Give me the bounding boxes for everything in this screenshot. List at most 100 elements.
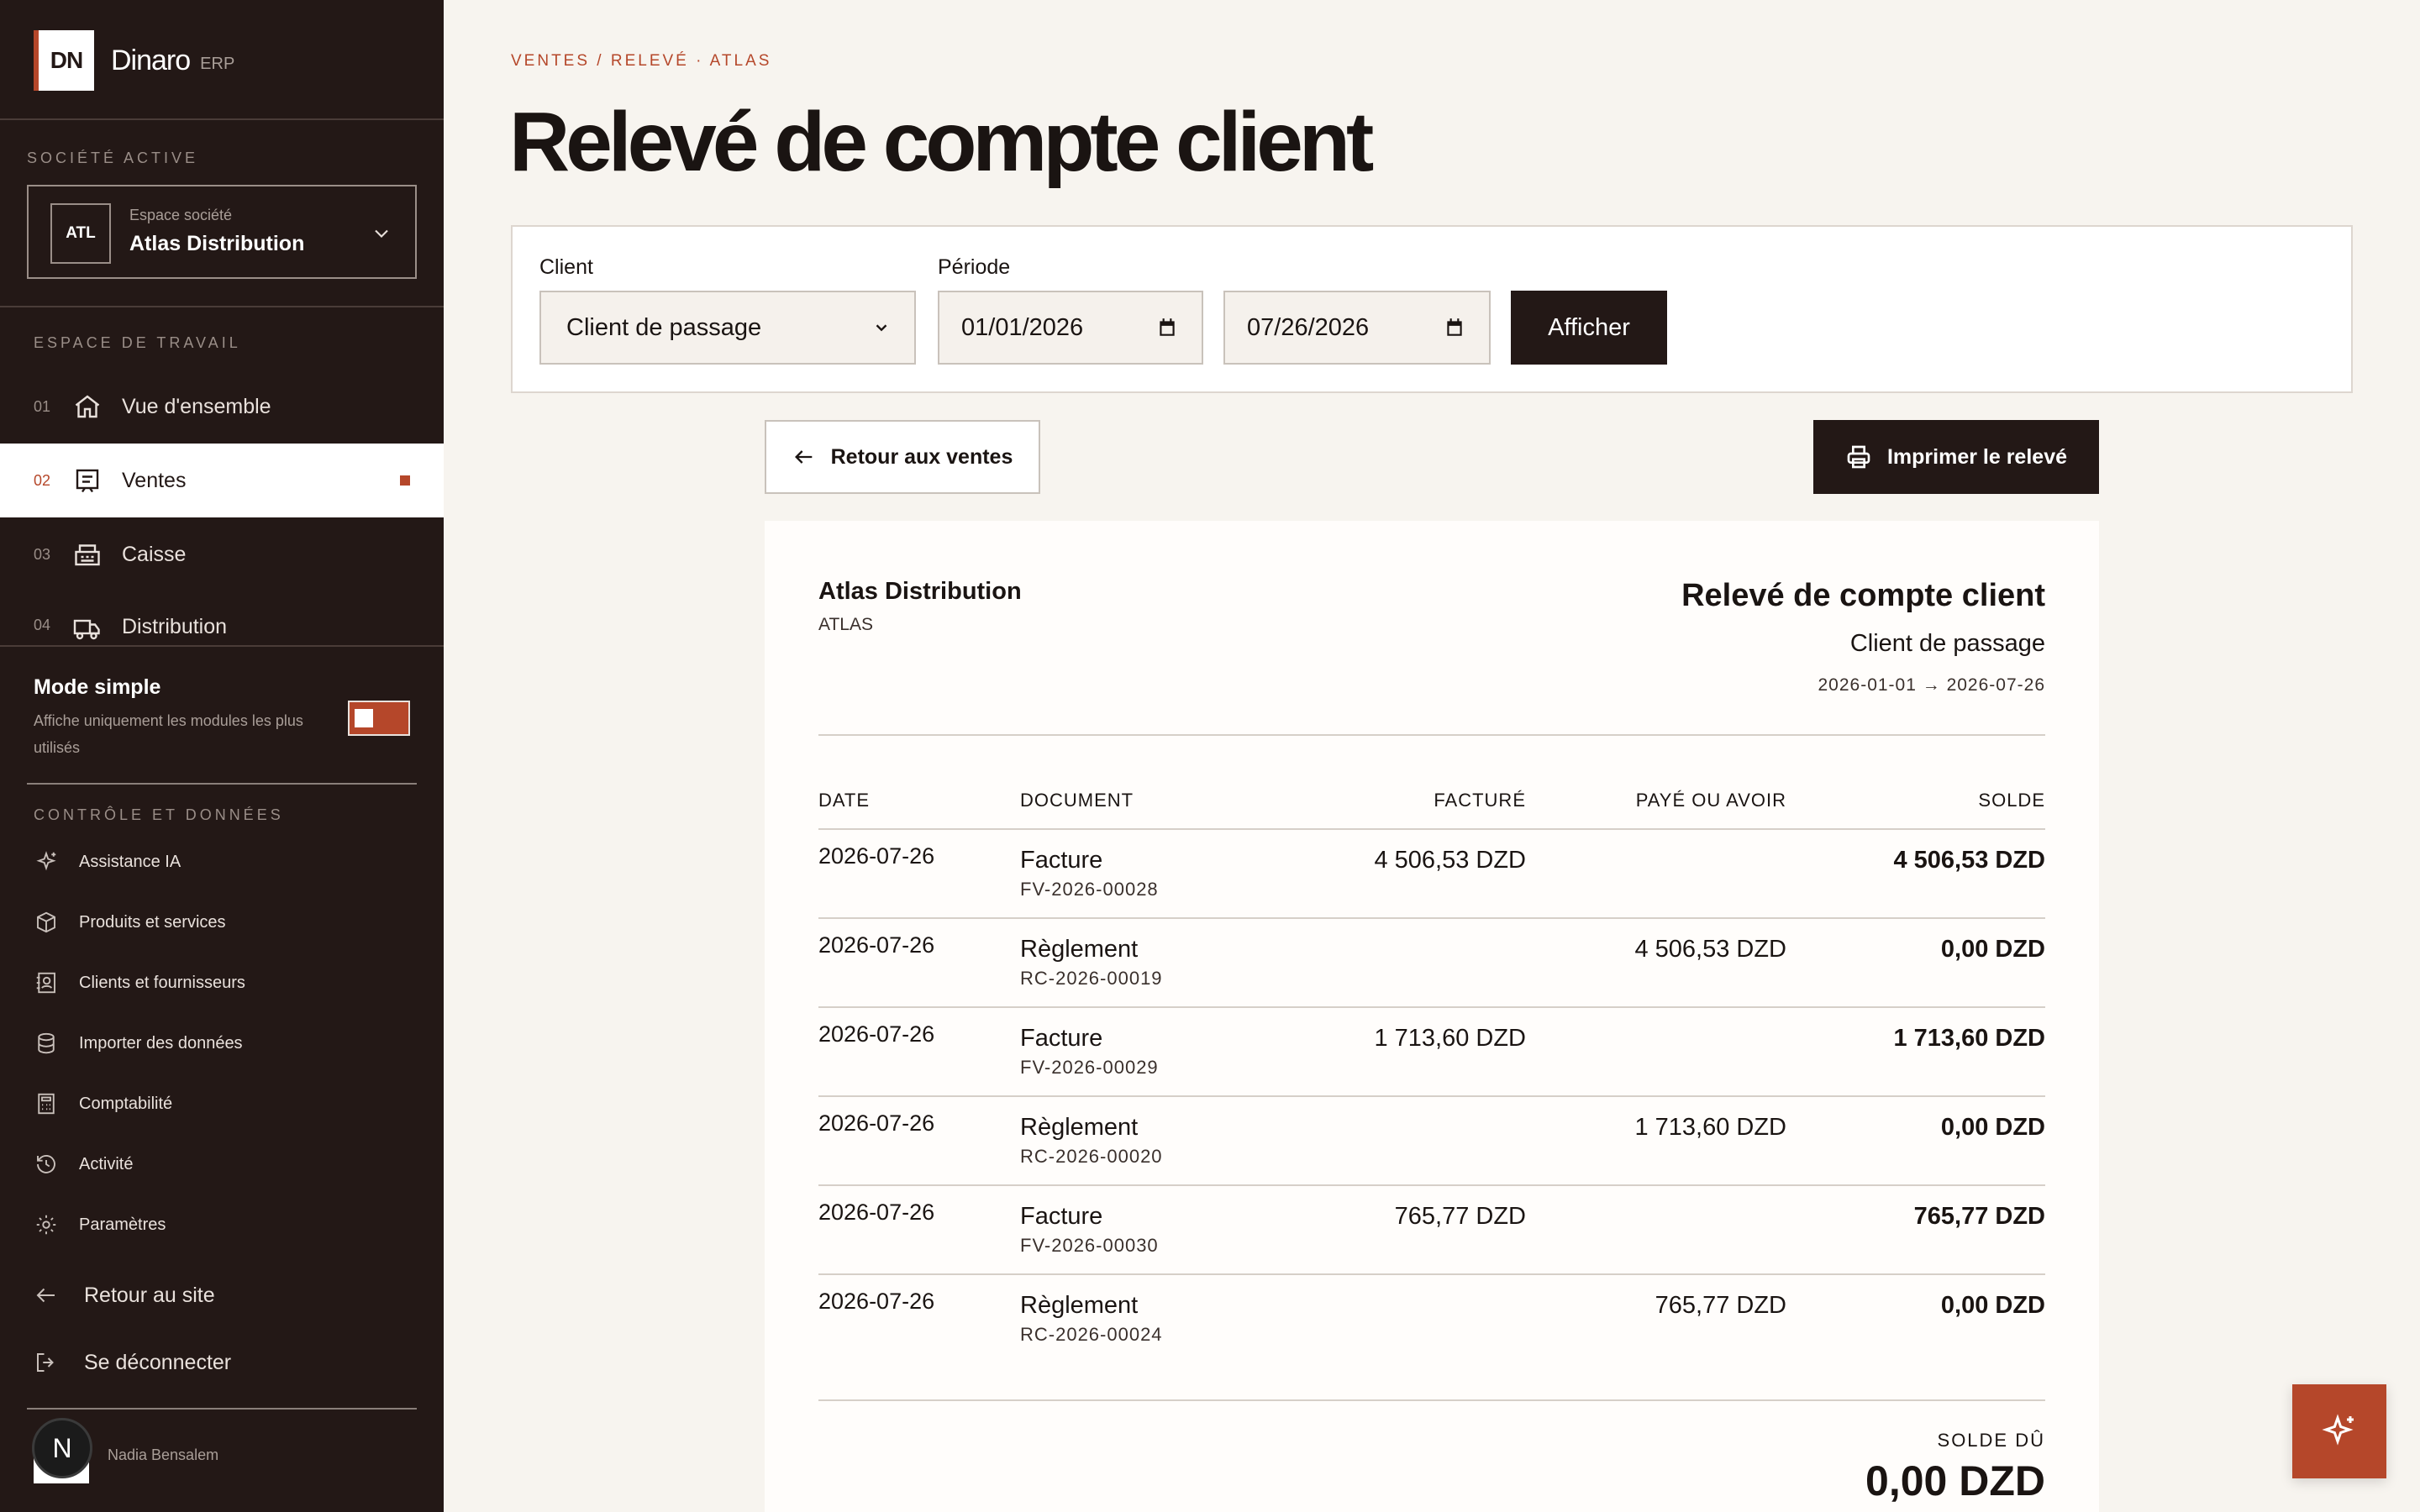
company-badge: ATL	[50, 203, 111, 264]
table-row: 2026-07-26 Règlement RC-2026-00024 765,7…	[818, 1273, 2045, 1362]
nav-item-import[interactable]: Importer des données	[34, 1026, 243, 1060]
row-date: 2026-07-26	[818, 843, 935, 869]
filter-panel: Client Client de passage Période 01/01/2…	[511, 225, 2353, 393]
ai-assistant-button[interactable]	[2292, 1384, 2386, 1478]
printer-icon	[1847, 445, 1870, 469]
nav-item-ai-assistance[interactable]: Assistance IA	[34, 845, 181, 879]
divider	[27, 783, 417, 785]
row-balance: 4 506,53 DZD	[1893, 847, 2045, 874]
calendar-icon	[1160, 318, 1175, 336]
statement-client: Client de passage	[1849, 630, 2045, 657]
brand-name: Dinaro	[111, 44, 191, 76]
balance-due-label: SOLDE DÛ	[1937, 1430, 2045, 1451]
nav-number: 01	[34, 397, 51, 415]
database-icon	[38, 1032, 55, 1054]
nav-number: 04	[34, 617, 51, 633]
gear-icon	[36, 1215, 56, 1235]
date-to-input[interactable]: 07/26/2026	[1223, 291, 1491, 365]
row-date: 2026-07-26	[818, 1289, 935, 1314]
row-balance: 765,77 DZD	[1913, 1203, 2045, 1230]
balance-due-value: 0,00 DZD	[1865, 1457, 2045, 1504]
back-to-sales-label: Retour aux ventes	[830, 444, 1013, 469]
company-sub-label: Espace société	[129, 207, 233, 223]
table-row: 2026-07-26 Facture FV-2026-00028 4 506,5…	[818, 828, 2045, 917]
row-balance: 0,00 DZD	[1940, 1114, 2045, 1141]
nav-label: Assistance IA	[79, 852, 182, 871]
nav-item-accounting[interactable]: Comptabilité	[34, 1087, 172, 1121]
logout-link[interactable]: Se déconnecter	[34, 1344, 231, 1381]
arrow-left-icon	[794, 450, 812, 464]
workspace-section-label: ESPACE DE TRAVAIL	[34, 334, 241, 351]
nav-label: Clients et fournisseurs	[79, 973, 245, 992]
row-paid: 1 713,60 DZD	[1634, 1114, 1786, 1141]
print-statement-button[interactable]: Imprimer le relevé	[1813, 420, 2099, 494]
divider	[0, 645, 444, 647]
nav-label: Comptabilité	[79, 1094, 173, 1113]
row-document: Facture	[1020, 847, 1103, 874]
brand[interactable]: DN Dinaro ERP	[34, 30, 234, 91]
nav-item-products[interactable]: Produits et services	[34, 906, 226, 939]
nav-label: Ventes	[122, 468, 187, 492]
receipt-icon	[76, 469, 99, 493]
row-date: 2026-07-26	[818, 932, 935, 958]
sparkle-icon	[2322, 1414, 2354, 1446]
nav-item-overview[interactable]: 01 Vue d'ensemble	[0, 370, 444, 444]
simple-mode-description: Affiche uniquement les modules les plus …	[34, 712, 303, 756]
statement-period: 2026-01-01 → 2026-07-26	[1818, 675, 2045, 695]
page-title: Relevé de compte client	[509, 95, 1374, 189]
nav-label: Activité	[79, 1154, 134, 1173]
nav-label: Caisse	[122, 542, 187, 566]
sidebar: DN Dinaro ERP SOCIÉTÉ ACTIVE ATL Espace …	[0, 0, 444, 1512]
company-name: Atlas Distribution	[129, 232, 305, 255]
row-paid: 765,77 DZD	[1655, 1292, 1786, 1319]
row-reference: RC-2026-00019	[1020, 968, 1163, 989]
statement-document: Atlas Distribution ATLAS Relevé de compt…	[765, 521, 2099, 1512]
row-reference: RC-2026-00020	[1020, 1146, 1163, 1167]
avatar: N	[32, 1418, 92, 1478]
nav-label: Vue d'ensemble	[122, 394, 271, 418]
history-icon	[37, 1154, 55, 1173]
row-document: Règlement	[1020, 1114, 1139, 1141]
nav-label: Importer des données	[79, 1033, 243, 1053]
row-balance: 0,00 DZD	[1940, 936, 2045, 963]
back-to-site-label: Retour au site	[84, 1283, 215, 1307]
client-select[interactable]: Client de passage	[539, 291, 916, 365]
simple-mode-toggle[interactable]	[348, 701, 410, 736]
divider	[27, 1408, 417, 1410]
logout-icon	[37, 1353, 54, 1372]
nav-item-activity[interactable]: Activité	[34, 1147, 133, 1181]
nav-item-sales[interactable]: 02 Ventes	[0, 444, 444, 517]
row-date: 2026-07-26	[818, 1110, 935, 1136]
nav-item-distribution[interactable]: 04 Distribution	[0, 591, 444, 645]
truck-icon	[73, 619, 100, 640]
row-document: Facture	[1020, 1203, 1103, 1230]
user-avatar[interactable]: N	[32, 1418, 99, 1485]
user-name: Nadia Bensalem	[108, 1446, 219, 1463]
back-to-site-link[interactable]: Retour au site	[34, 1277, 215, 1314]
show-button[interactable]: Afficher	[1511, 291, 1667, 365]
nav-item-cash[interactable]: 03 Caisse	[0, 517, 444, 591]
nav-item-settings[interactable]: Paramètres	[34, 1208, 166, 1242]
column-header-billed: FACTURÉ	[1434, 790, 1526, 811]
statement-company-code: ATLAS	[818, 615, 873, 634]
divider	[818, 734, 2045, 736]
brand-logo: DN	[34, 30, 94, 91]
column-header-document: DOCUMENT	[1020, 790, 1134, 811]
client-label: Client	[539, 255, 593, 279]
company-selector[interactable]: ATL Espace société Atlas Distribution	[27, 185, 417, 279]
row-document: Facture	[1020, 1025, 1103, 1052]
statement-company: Atlas Distribution	[818, 578, 1022, 605]
row-reference: RC-2026-00024	[1020, 1324, 1163, 1345]
row-document: Règlement	[1020, 1292, 1139, 1319]
date-from-input[interactable]: 01/01/2026	[938, 291, 1203, 365]
row-paid: 4 506,53 DZD	[1634, 936, 1786, 963]
period-label: Période	[938, 255, 1011, 279]
row-reference: FV-2026-00029	[1020, 1057, 1159, 1078]
back-to-sales-button[interactable]: Retour aux ventes	[765, 420, 1040, 494]
nav-item-contacts[interactable]: Clients et fournisseurs	[34, 966, 245, 1000]
column-header-balance: SOLDE	[1978, 790, 2045, 811]
breadcrumb: VENTES / RELEVÉ · ATLAS	[511, 52, 772, 70]
row-balance: 1 713,60 DZD	[1893, 1025, 2045, 1052]
row-reference: FV-2026-00028	[1020, 879, 1159, 900]
table-row: 2026-07-26 Règlement RC-2026-00019 4 506…	[818, 917, 2045, 1006]
